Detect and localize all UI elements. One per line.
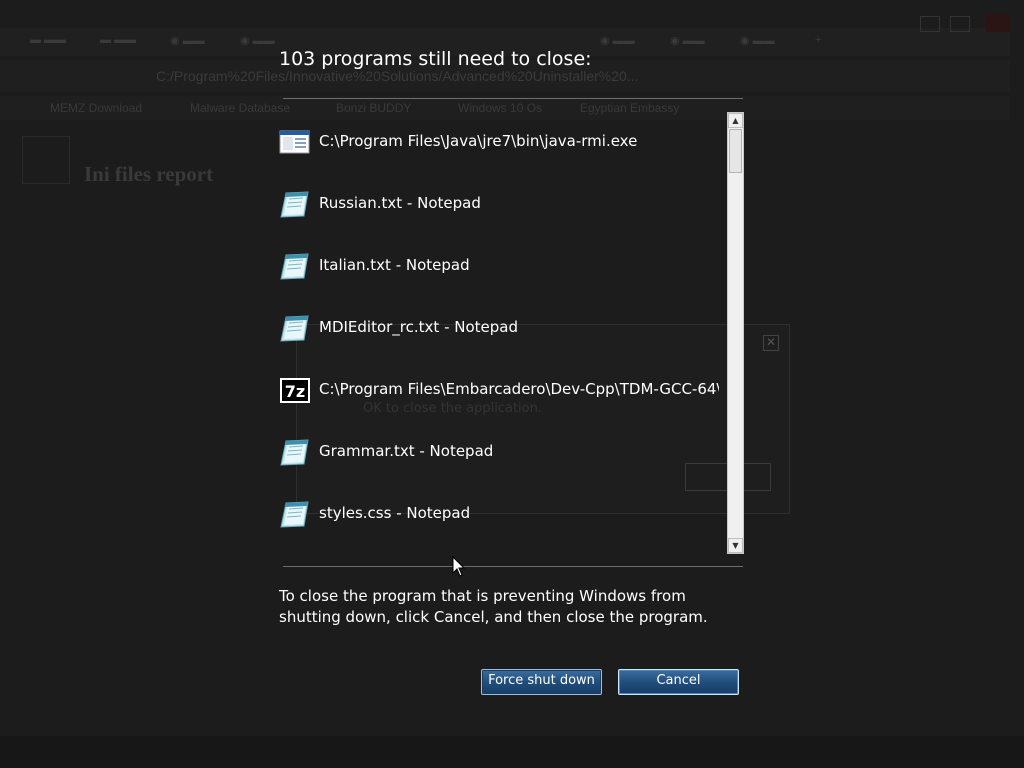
list-item[interactable]: Grammar.txt - Notepad [279,432,727,472]
maximize-icon [950,16,970,32]
notepad-icon [280,191,309,218]
cancel-button[interactable]: Cancel [618,669,739,695]
taskbar [0,736,1024,768]
list-item[interactable]: MDIEditor_rc.txt - Notepad [279,308,727,348]
window-close-icon [986,14,1010,32]
page-heading: Ini files report [84,162,214,186]
7zip-icon-label: 7z [285,382,305,401]
browser-tab: ▬ ▬▬ [100,34,137,46]
browser-tab: ◉ ▬▬ [740,35,775,47]
browser-tab: ▬ ▬▬ [30,34,67,46]
program-name: Russian.txt - Notepad [319,194,481,212]
scrollbar-thumb[interactable] [729,129,742,173]
java-exe-icon [279,130,310,154]
list-item[interactable]: styles.css - Notepad [279,494,727,534]
scroll-up-icon[interactable]: ▲ [728,113,743,128]
browser-tab: ◉ ▬▬ [600,35,635,47]
notepad-icon [280,439,309,466]
7zip-icon: 7z [280,378,310,403]
program-name: MDIEditor_rc.txt - Notepad [319,318,518,336]
program-name: Italian.txt - Notepad [319,256,470,274]
program-name: styles.css - Notepad [319,504,471,522]
dialog-title: 103 programs still need to close: [279,48,592,70]
divider [283,566,743,567]
program-name: C:\Program Files\Java\jre7\bin\java-rmi.… [319,132,638,150]
notepad-icon [280,501,309,528]
force-shut-down-button[interactable]: Force shut down [481,669,602,695]
divider [283,98,743,99]
program-name: Grammar.txt - Notepad [319,442,494,460]
new-tab-icon: + [815,34,822,46]
scroll-down-icon[interactable]: ▼ [728,538,743,553]
bookmark-item: Malware Database [190,101,291,115]
list-item[interactable]: Italian.txt - Notepad [279,246,727,286]
browser-tab: ◉ ▬▬ [170,35,205,47]
broken-image-icon [22,136,70,184]
browser-tab: ◉ ▬▬ [670,35,705,47]
list-item[interactable]: C:\Program Files\Java\jre7\bin\java-rmi.… [279,122,727,162]
help-text: To close the program that is preventing … [279,587,708,626]
minimize-icon [920,16,940,32]
program-name: C:\Program Files\Embarcadero\Dev-Cpp\TDM… [319,380,719,398]
browser-tab: ◉ ▬▬ [240,35,275,47]
program-list[interactable]: C:\Program Files\Java\jre7\bin\java-rmi.… [279,112,727,554]
bookmark-item: MEMZ Download [50,101,143,115]
list-item[interactable]: Russian.txt - Notepad [279,184,727,224]
list-scrollbar[interactable]: ▲ ▼ [727,112,744,554]
mouse-cursor-icon [452,556,466,577]
browser-url: C:/Program%20Files/Innovative%20Solution… [156,68,639,84]
list-item[interactable]: 7z C:\Program Files\Embarcadero\Dev-Cpp\… [279,370,727,410]
notepad-icon [280,253,309,280]
close-icon: ✕ [763,335,779,351]
notepad-icon [280,315,309,342]
